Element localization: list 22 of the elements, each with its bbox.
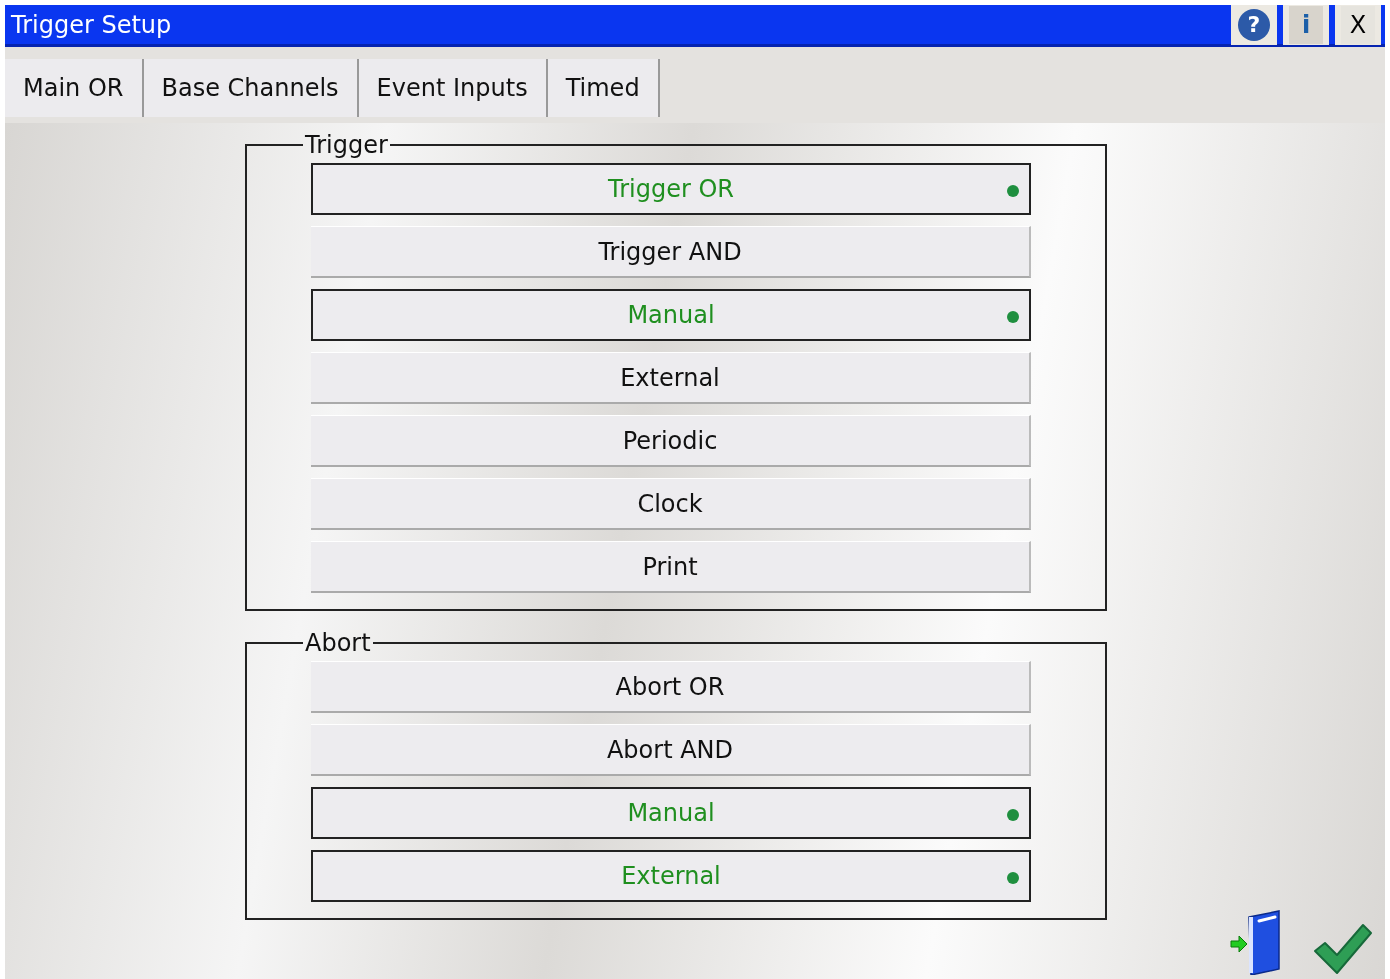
option-button[interactable]: External bbox=[311, 850, 1031, 902]
tab[interactable]: Timed bbox=[547, 59, 660, 117]
option-button[interactable]: Manual bbox=[311, 787, 1031, 839]
close-button[interactable]: X bbox=[1341, 5, 1375, 44]
option-button[interactable]: Abort AND bbox=[311, 724, 1031, 776]
option-button[interactable]: Clock bbox=[311, 478, 1031, 530]
option-button[interactable]: Periodic bbox=[311, 415, 1031, 467]
option-button[interactable]: Abort OR bbox=[311, 661, 1031, 713]
option-button[interactable]: Print bbox=[311, 541, 1031, 593]
help-button[interactable]: ? bbox=[1238, 8, 1270, 41]
option-button[interactable]: Trigger AND bbox=[311, 226, 1031, 278]
tab[interactable]: Base Channels bbox=[143, 59, 359, 117]
checkmark-icon[interactable] bbox=[1313, 923, 1373, 975]
group-title: Trigger bbox=[304, 133, 389, 157]
window-title: Trigger Setup bbox=[11, 9, 172, 41]
option-button[interactable]: Manual bbox=[311, 289, 1031, 341]
group-title: Abort bbox=[304, 631, 372, 655]
info-button[interactable]: i bbox=[1289, 5, 1323, 44]
tab[interactable]: Event Inputs bbox=[358, 59, 548, 117]
option-button[interactable]: Trigger OR bbox=[311, 163, 1031, 215]
option-button[interactable]: External bbox=[311, 352, 1031, 404]
tab[interactable]: Main OR bbox=[5, 59, 144, 117]
